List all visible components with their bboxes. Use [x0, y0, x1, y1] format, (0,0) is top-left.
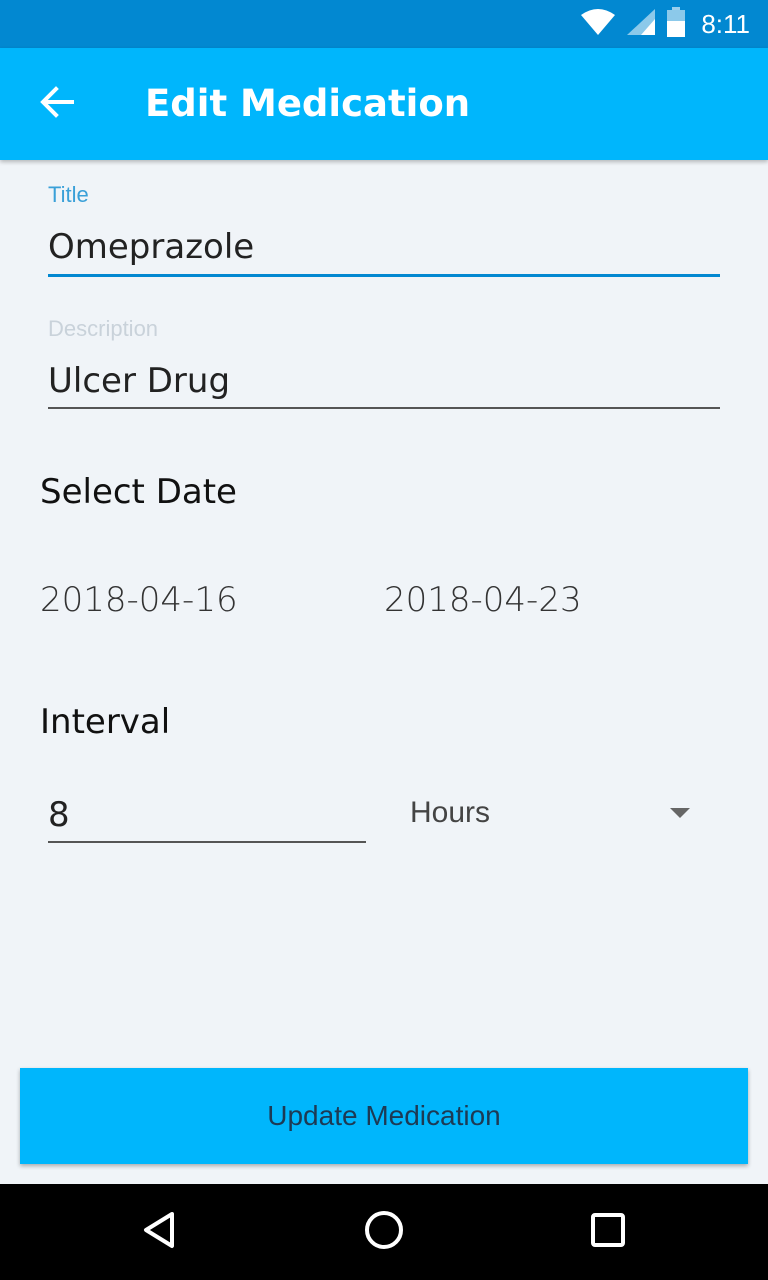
- title-label: Title: [48, 182, 89, 207]
- nav-recents-button[interactable]: [578, 1202, 638, 1262]
- status-bar: 8:11: [0, 0, 768, 48]
- signal-icon: [627, 9, 656, 39]
- description-field[interactable]: Description: [48, 304, 720, 414]
- start-date[interactable]: 2018-04-16: [40, 580, 238, 620]
- back-triangle-icon: [140, 1210, 180, 1254]
- update-medication-button[interactable]: Update Medication: [20, 1068, 748, 1164]
- nav-home-button[interactable]: [354, 1202, 414, 1262]
- description-underline: [48, 407, 720, 409]
- status-icons: 8:11: [581, 0, 750, 48]
- arrow-back-icon: [38, 84, 74, 124]
- title-input[interactable]: [48, 222, 720, 272]
- title-field[interactable]: Title: [48, 170, 720, 280]
- home-circle-icon: [362, 1208, 406, 1256]
- description-input[interactable]: [48, 356, 720, 406]
- battery-icon: [667, 7, 686, 41]
- status-time: 8:11: [701, 8, 750, 39]
- interval-field[interactable]: [48, 784, 366, 846]
- recents-square-icon: [588, 1210, 628, 1254]
- app-bar: Edit Medication: [0, 48, 768, 160]
- dropdown-arrow-icon: [670, 808, 690, 818]
- end-date[interactable]: 2018-04-23: [384, 580, 582, 620]
- nav-back-button[interactable]: [130, 1202, 190, 1262]
- wifi-icon: [581, 9, 616, 39]
- description-label: Description: [48, 316, 159, 341]
- page-title: Edit Medication: [145, 82, 471, 125]
- interval-heading: Interval: [40, 702, 171, 742]
- interval-unit-value: Hours: [410, 796, 491, 829]
- title-underline: [48, 274, 720, 277]
- interval-input[interactable]: [48, 792, 366, 838]
- navigation-bar: [0, 1184, 768, 1280]
- interval-underline: [48, 841, 366, 843]
- back-button[interactable]: [24, 76, 88, 132]
- select-date-heading: Select Date: [40, 472, 237, 512]
- interval-unit-select[interactable]: Hours: [410, 790, 700, 844]
- update-medication-label: Update Medication: [267, 1100, 501, 1131]
